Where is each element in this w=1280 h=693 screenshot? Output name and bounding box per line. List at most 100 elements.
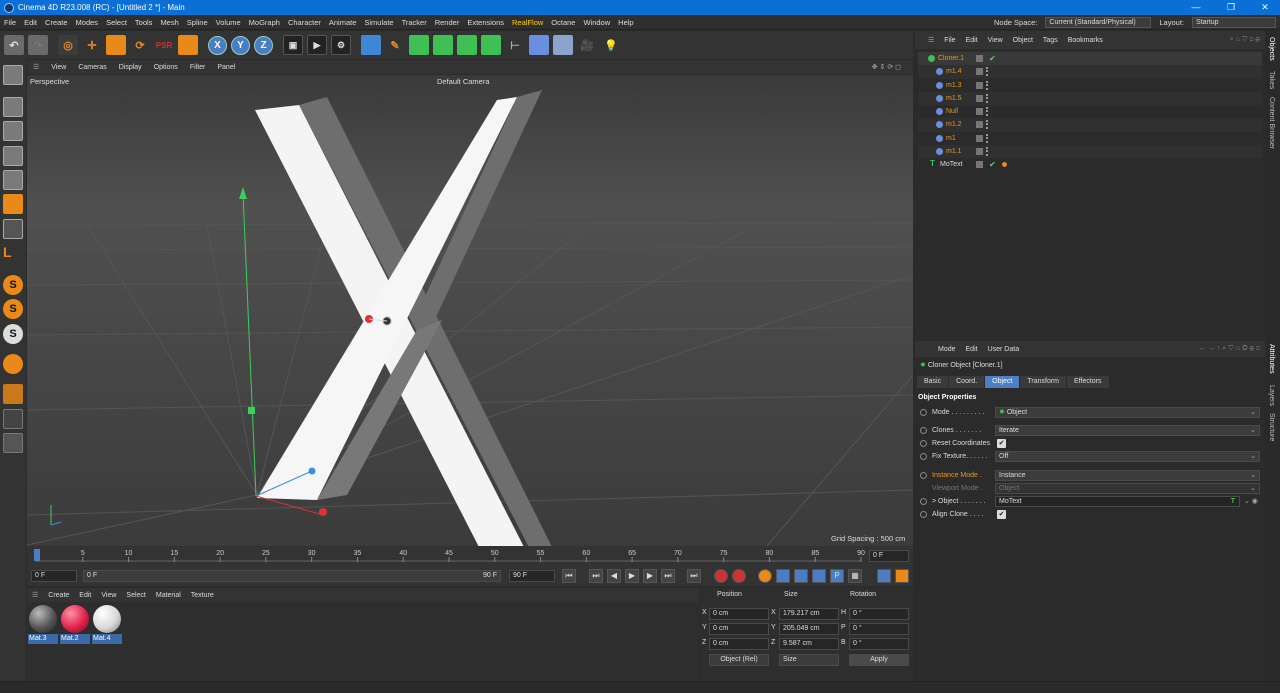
side-tab-takes[interactable]: Takes xyxy=(1268,71,1275,89)
material-menu-edit[interactable]: Edit xyxy=(74,592,96,599)
live-selection-icon[interactable]: ◎ xyxy=(58,35,78,55)
viewport-menu-options[interactable]: Options xyxy=(148,64,184,71)
tag-icon[interactable] xyxy=(1002,162,1007,168)
y-axis-lock-button[interactable]: Y xyxy=(231,35,250,55)
object-row[interactable]: m1.2 xyxy=(918,118,1262,132)
animate-radio[interactable] xyxy=(920,472,927,479)
rot-p-field[interactable]: 0 ° xyxy=(849,623,909,635)
3d-viewport[interactable]: Perspective Default Camera Grid Spacing … xyxy=(27,75,913,546)
position-key-icon[interactable] xyxy=(776,569,790,583)
go-to-start-icon[interactable]: ⏮ xyxy=(562,569,576,583)
animate-radio[interactable] xyxy=(920,440,927,447)
scale-key-icon[interactable] xyxy=(794,569,808,583)
model-mode-icon[interactable] xyxy=(3,97,23,117)
visibility-toggle[interactable] xyxy=(976,108,983,116)
tab-basic[interactable]: Basic xyxy=(917,376,949,388)
min-frame-field[interactable]: 0 F xyxy=(31,570,77,582)
point-level-animation-icon[interactable]: ▦ xyxy=(848,569,862,583)
animate-radio[interactable] xyxy=(920,498,927,505)
pos-z-field[interactable]: 0 cm xyxy=(709,638,769,650)
maximize-icon[interactable]: ❐ xyxy=(1218,0,1244,15)
viewport-menu-view[interactable]: View xyxy=(45,64,72,71)
viewport-menu-cameras[interactable]: Cameras xyxy=(72,64,112,71)
keyframe-selection-icon[interactable] xyxy=(758,569,772,583)
material-menu-select[interactable]: Select xyxy=(121,592,150,599)
floor-icon[interactable] xyxy=(553,35,573,55)
material-menu-handle-icon[interactable]: ☰ xyxy=(27,591,43,599)
solo-icon[interactable] xyxy=(3,433,23,453)
mograph-icon[interactable] xyxy=(481,35,501,55)
object-menu-object[interactable]: Object xyxy=(1008,37,1038,44)
attribute-menu-user-data[interactable]: User Data xyxy=(983,346,1025,353)
tab-coord[interactable]: Coord. xyxy=(949,376,985,388)
object-menu-edit[interactable]: Edit xyxy=(961,37,983,44)
tab-effectors[interactable]: Effectors xyxy=(1067,376,1109,388)
align-clone-checkbox[interactable]: ✔ xyxy=(997,510,1006,519)
snap-settings-icon[interactable]: S xyxy=(3,299,23,319)
material-menu-texture[interactable]: Texture xyxy=(186,592,219,599)
visibility-toggle[interactable] xyxy=(976,148,983,156)
mode-select[interactable]: ✸ Object ⌄ xyxy=(995,407,1260,418)
camera-icon[interactable]: 🎥 xyxy=(577,35,597,55)
object-row[interactable]: m1.1 xyxy=(918,145,1262,159)
object-row[interactable]: m1.4 xyxy=(918,65,1262,79)
menu-tools[interactable]: Tools xyxy=(131,18,157,27)
link-menu-icon[interactable]: ⌄ ◉ xyxy=(1244,496,1258,507)
scale-icon[interactable] xyxy=(106,35,126,55)
cloner-icon[interactable] xyxy=(457,35,477,55)
visibility-toggle[interactable] xyxy=(976,94,983,102)
layer-dots-icon[interactable] xyxy=(986,67,988,77)
cube-icon[interactable] xyxy=(361,35,381,55)
go-to-end-icon[interactable]: ⏭ xyxy=(687,569,701,583)
menu-character[interactable]: Character xyxy=(284,18,325,27)
animate-radio[interactable] xyxy=(920,453,927,460)
menu-extensions[interactable]: Extensions xyxy=(463,18,508,27)
close-icon[interactable]: ✕ xyxy=(1252,0,1278,15)
parameter-key-icon[interactable]: P xyxy=(830,569,844,583)
texture-mode-icon[interactable] xyxy=(3,121,23,141)
play-icon[interactable]: ▶ xyxy=(625,569,639,583)
object-row[interactable]: m1 xyxy=(918,132,1262,145)
record-icon[interactable] xyxy=(714,569,728,583)
reset-coordinates-checkbox[interactable]: ✔ xyxy=(997,439,1006,448)
size-mode-select[interactable]: Size xyxy=(779,654,839,666)
render-picture-viewer-icon[interactable]: ▶ xyxy=(307,35,327,55)
enable-axis-icon[interactable] xyxy=(3,219,23,239)
object-tool-icon[interactable] xyxy=(178,35,198,55)
rotation-key-icon[interactable] xyxy=(812,569,826,583)
visibility-toggle[interactable] xyxy=(976,55,983,62)
rotate-icon[interactable]: ⟳ xyxy=(130,35,150,55)
material-menu-create[interactable]: Create xyxy=(43,592,74,599)
object-row-motext[interactable]: T MoText ✔ xyxy=(918,158,1262,171)
pen-icon[interactable]: ✎ xyxy=(385,35,405,55)
current-frame-field[interactable]: 0 F xyxy=(869,550,909,562)
attribute-menu-mode[interactable]: Mode xyxy=(933,346,961,353)
x-axis-lock-button[interactable]: X xyxy=(208,35,227,55)
workplane-icon[interactable]: L xyxy=(3,244,23,264)
rot-h-field[interactable]: 0 ° xyxy=(849,608,909,620)
timeline-icon[interactable] xyxy=(877,569,891,583)
layer-dots-icon[interactable] xyxy=(986,93,988,103)
subdivision-surface-icon[interactable] xyxy=(409,35,429,55)
menu-file[interactable]: File xyxy=(0,18,20,27)
attribute-nav-icons[interactable]: ← → ↑ ⌕ ▽ ⌂ ◎ ⊕ ◻ xyxy=(1194,345,1265,353)
menu-animate[interactable]: Animate xyxy=(325,18,361,27)
side-tab-objects[interactable]: Objects xyxy=(1268,37,1275,61)
grid-icon[interactable] xyxy=(3,384,23,404)
make-editable-icon[interactable] xyxy=(3,65,23,85)
animate-radio[interactable] xyxy=(920,409,927,416)
menu-tracker[interactable]: Tracker xyxy=(398,18,431,27)
size-x-field[interactable]: 179.217 cm xyxy=(779,608,839,620)
preview-range-slider[interactable]: 0 F 90 F xyxy=(83,570,501,582)
polygons-mode-icon[interactable] xyxy=(3,194,23,214)
menu-octane[interactable]: Octane xyxy=(547,18,579,27)
timeline-ruler[interactable]: 051015202530354045505560657075808590 0 F xyxy=(27,546,913,566)
layer-dots-icon[interactable] xyxy=(986,133,988,143)
layout-select[interactable]: Startup xyxy=(1192,17,1276,28)
menu-realflow[interactable]: RealFlow xyxy=(508,18,547,27)
object-row-cloner[interactable]: Cloner.1 ✔ xyxy=(918,52,1262,66)
playhead[interactable] xyxy=(34,549,40,561)
quantize-icon[interactable]: S xyxy=(3,324,23,344)
material-swatch[interactable]: Mat.3 xyxy=(28,604,58,644)
enabled-check-icon[interactable]: ✔ xyxy=(989,158,996,171)
